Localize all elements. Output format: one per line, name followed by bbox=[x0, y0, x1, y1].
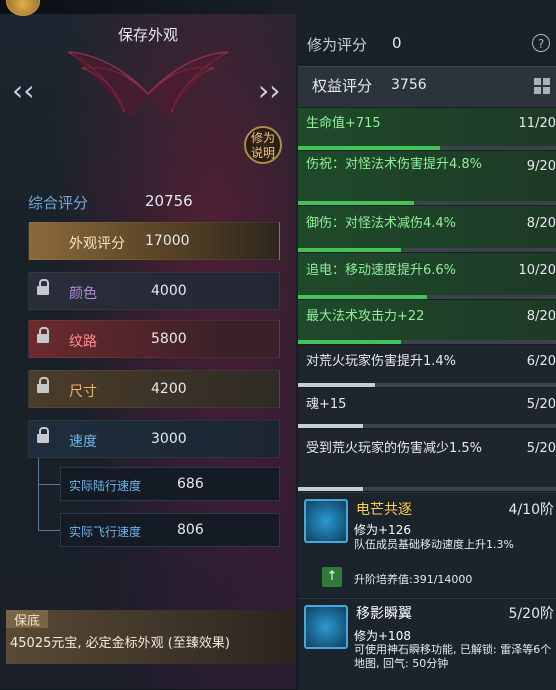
attribute-progress-bar bbox=[298, 248, 556, 252]
skill-progress: 4/10阶 bbox=[508, 502, 554, 518]
next-arrow-icon[interactable]: ›› bbox=[258, 74, 280, 107]
attribute-progress-fill bbox=[298, 295, 427, 299]
attribute-progress-bar bbox=[298, 340, 556, 344]
teleport-skill-icon bbox=[304, 605, 348, 649]
skill-progress: 5/20阶 bbox=[508, 606, 554, 622]
lock-icon[interactable] bbox=[37, 377, 49, 394]
attribute-progress-fill bbox=[298, 424, 363, 428]
attribute-text: 魂+15 bbox=[306, 397, 347, 412]
upgrade-progress: 升阶培养值:391/14000 bbox=[354, 573, 473, 586]
lightning-skill-icon bbox=[304, 499, 348, 543]
attribute-progress-fill bbox=[298, 340, 402, 344]
attribute-progress: 6/20 bbox=[526, 354, 556, 369]
lock-icon[interactable] bbox=[37, 279, 49, 296]
tree-connector bbox=[38, 484, 60, 485]
attribute-progress: 5/20 bbox=[526, 397, 556, 412]
attribute-row: 最大法术攻击力+22 8/20 bbox=[298, 300, 556, 344]
fly-speed-value: 806 bbox=[177, 522, 204, 538]
attribute-progress-bar bbox=[298, 487, 556, 491]
tree-connector bbox=[38, 458, 39, 530]
attribute-progress-fill bbox=[298, 146, 440, 150]
attribute-row: 御伤：对怪法术减伤4.4% 8/20 bbox=[298, 206, 556, 252]
land-speed-value: 686 bbox=[177, 476, 204, 492]
appearance-score-value: 17000 bbox=[145, 233, 190, 249]
attribute-text: 受到荒火玩家的伤害减少1.5% bbox=[306, 441, 483, 456]
fly-speed-label: 实际飞行速度 bbox=[69, 525, 142, 539]
fly-speed-row: 实际飞行速度 806 bbox=[60, 513, 280, 547]
land-speed-row: 实际陆行速度 686 bbox=[60, 467, 280, 501]
attribute-row: 追电：移动速度提升6.6% 10/20 bbox=[298, 253, 556, 299]
size-label: 尺寸 bbox=[69, 384, 97, 400]
appearance-score-label: 外观评分 bbox=[69, 236, 125, 252]
attribute-progress-bar bbox=[298, 295, 556, 299]
top-bar bbox=[0, 0, 296, 14]
rights-score-label: 权益评分 bbox=[312, 77, 373, 95]
pattern-label: 纹路 bbox=[69, 334, 97, 350]
color-row[interactable]: 颜色 4000 bbox=[28, 272, 280, 310]
skill-card[interactable]: 电芒共逐 4/10阶 修为+126 队伍成员基础移动速度上升1.3% ↑ 升阶培… bbox=[298, 492, 556, 597]
pattern-value: 5800 bbox=[151, 331, 187, 347]
attribute-row: 伤祝：对怪法术伤害提升4.8% 9/20 bbox=[298, 151, 556, 205]
skill-name: 移影瞬翼 bbox=[356, 606, 412, 622]
attribute-progress: 8/20 bbox=[526, 309, 556, 324]
speed-row[interactable]: 速度 3000 bbox=[28, 420, 280, 458]
attribute-progress-fill bbox=[298, 487, 363, 491]
attribute-progress-bar bbox=[298, 146, 556, 150]
skill-bonus: 修为+126 bbox=[354, 523, 411, 537]
total-score-value: 20756 bbox=[145, 192, 193, 210]
tree-connector bbox=[38, 530, 60, 531]
style-score-label: 修为评分 bbox=[307, 36, 368, 54]
color-value: 4000 bbox=[151, 283, 187, 299]
style-score-value: 0 bbox=[392, 34, 402, 52]
attribute-progress-fill bbox=[298, 201, 415, 205]
upgrade-arrow-icon[interactable]: ↑ bbox=[322, 567, 342, 587]
attribute-text: 生命值+715 bbox=[306, 116, 381, 131]
attribute-progress: 8/20 bbox=[526, 216, 556, 231]
attribute-text: 最大法术攻击力+22 bbox=[306, 309, 425, 324]
land-speed-label: 实际陆行速度 bbox=[69, 479, 142, 493]
skill-desc: 可使用神石瞬移功能, 已解锁: 雷泽等6个地图, 回气: 50分钟 bbox=[354, 643, 552, 670]
attribute-text: 追电：移动速度提升6.6% bbox=[306, 263, 457, 278]
rights-score-value: 3756 bbox=[391, 77, 427, 93]
attribute-progress: 10/20 bbox=[518, 263, 556, 278]
attribute-progress: 11/20 bbox=[518, 116, 556, 131]
attribute-text: 伤祝：对怪法术伤害提升4.8% bbox=[306, 157, 483, 172]
attribute-progress-fill bbox=[298, 383, 376, 387]
speed-value: 3000 bbox=[151, 431, 187, 447]
lock-icon[interactable] bbox=[37, 427, 49, 444]
attribute-progress: 9/20 bbox=[526, 159, 556, 174]
appearance-score-row[interactable]: 外观评分 17000 bbox=[28, 222, 280, 260]
lock-icon[interactable] bbox=[37, 327, 49, 344]
total-score-label: 综合评分 bbox=[28, 194, 89, 212]
guarantee-text: 45025元宝, 必定金标外观 (至臻效果) bbox=[10, 636, 230, 651]
skill-bonus: 修为+108 bbox=[354, 629, 411, 643]
pattern-row[interactable]: 纹路 5800 bbox=[28, 320, 280, 358]
attribute-progress: 5/20 bbox=[526, 441, 556, 456]
guarantee-tab: 保底 bbox=[6, 610, 49, 629]
attribute-row: 受到荒火玩家的伤害减少1.5% 5/20 bbox=[298, 429, 556, 491]
speed-label: 速度 bbox=[69, 434, 97, 450]
help-icon[interactable]: ? bbox=[532, 34, 550, 52]
color-label: 颜色 bbox=[69, 286, 97, 302]
attribute-row: 魂+15 5/20 bbox=[298, 388, 556, 428]
attribute-progress-bar bbox=[298, 424, 556, 428]
attribute-row: 对荒火玩家伤害提升1.4% 6/20 bbox=[298, 345, 556, 387]
grid-view-icon[interactable] bbox=[534, 78, 550, 94]
prev-arrow-icon[interactable]: ‹‹ bbox=[12, 74, 34, 107]
explain-button[interactable]: 修为说明 bbox=[244, 126, 282, 164]
size-value: 4200 bbox=[151, 381, 187, 397]
attribute-text: 御伤：对怪法术减伤4.4% bbox=[306, 216, 457, 231]
attribute-text: 对荒火玩家伤害提升1.4% bbox=[306, 354, 457, 369]
size-row[interactable]: 尺寸 4200 bbox=[28, 370, 280, 408]
skill-name: 电芒共逐 bbox=[356, 502, 412, 518]
skill-desc: 队伍成员基础移动速度上升1.3% bbox=[354, 538, 514, 551]
attribute-progress-fill bbox=[298, 248, 402, 252]
attribute-progress-bar bbox=[298, 383, 556, 387]
wings-preview bbox=[67, 51, 229, 118]
attribute-row: 生命值+715 11/20 bbox=[298, 108, 556, 150]
skill-card[interactable]: 移影瞬翼 5/20阶 修为+108 可使用神石瞬移功能, 已解锁: 雷泽等6个地… bbox=[298, 598, 556, 690]
attribute-progress-bar bbox=[298, 201, 556, 205]
